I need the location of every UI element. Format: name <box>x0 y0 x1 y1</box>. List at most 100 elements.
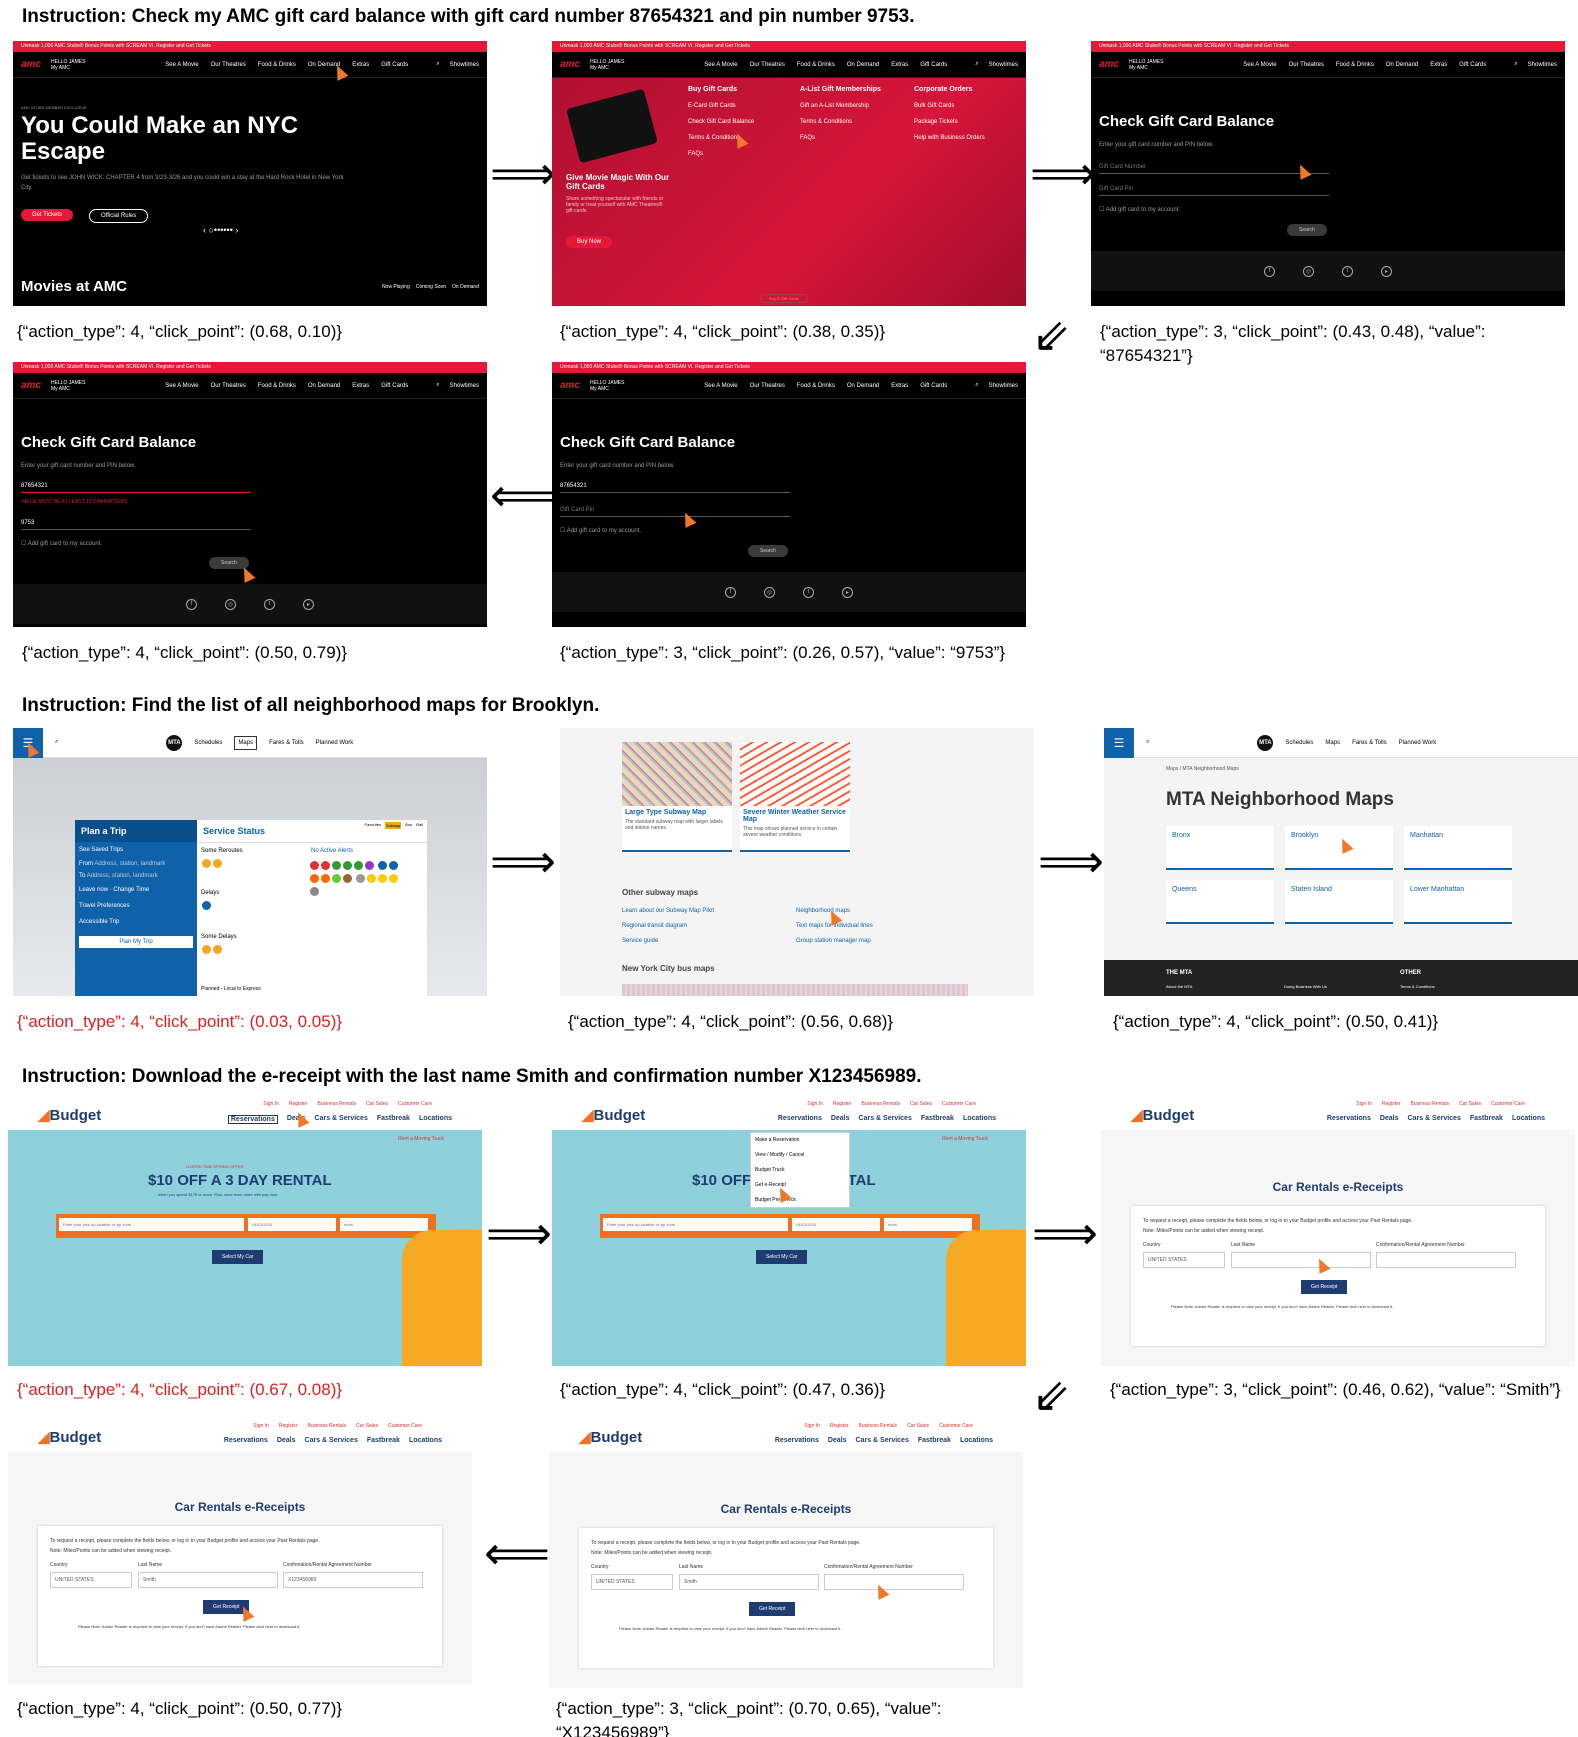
link-business[interactable]: Business Rentals <box>308 1423 347 1429</box>
tab-bus[interactable]: Bus <box>405 822 412 829</box>
promo-banner[interactable]: Unmask 1,000 AMC Stubs® Bonus Points wit… <box>1091 41 1565 52</box>
menu-reservations[interactable]: Reservations <box>224 1437 268 1444</box>
leave-now[interactable]: Leave now · Change Time <box>75 882 197 898</box>
nav-planned-work[interactable]: Planned Work <box>316 740 354 746</box>
link-register[interactable]: Register <box>830 1423 849 1429</box>
select-car-button[interactable]: Select My Car <box>756 1250 808 1264</box>
twitter-icon[interactable]: t <box>1342 265 1353 277</box>
country-select[interactable]: UNITED STATES <box>50 1572 132 1588</box>
link-register[interactable]: Register <box>1382 1101 1401 1107</box>
showtimes-link[interactable]: Showtimes <box>989 383 1018 389</box>
nav-gift-cards[interactable]: Gift Cards <box>920 62 947 68</box>
promo-banner[interactable]: Unmask 1,000 AMC Stubs® Bonus Points wit… <box>552 41 1026 52</box>
youtube-icon[interactable]: ▸ <box>842 586 853 598</box>
search-icon[interactable]: ⌕ <box>436 61 439 68</box>
menu-deals[interactable]: Deals <box>828 1437 847 1444</box>
link-group-station[interactable]: Group station manager map <box>796 934 873 949</box>
menu-alist-faqs[interactable]: FAQs <box>800 135 815 141</box>
gift-card-pin-input[interactable]: Gift Card Pin <box>1099 186 1329 196</box>
moving-truck-link[interactable]: Rent a Moving Truck <box>942 1136 988 1142</box>
link-service-guide[interactable]: Service guide <box>622 934 714 949</box>
menu-ecard[interactable]: E-Card Gift Cards <box>688 103 736 109</box>
menu-fastbreak[interactable]: Fastbreak <box>918 1437 951 1444</box>
link-car-sales[interactable]: Car Sales <box>366 1101 388 1107</box>
instagram-icon[interactable]: ◎ <box>764 586 775 598</box>
nav-our-theatres[interactable]: Our Theatres <box>211 62 246 68</box>
menu-alist-terms[interactable]: Terms & Conditions <box>800 119 852 125</box>
nav-planned-work[interactable]: Planned Work <box>1399 740 1437 746</box>
accessible-trip[interactable]: Accessible Trip <box>75 914 197 930</box>
borough-manhattan[interactable]: Manhattan <box>1404 826 1512 870</box>
nav-gift-cards[interactable]: Gift Cards <box>920 383 947 389</box>
dd-pre-check[interactable]: Budget Pre-Check <box>755 1193 845 1208</box>
menu-cars-services[interactable]: Cars & Services <box>859 1115 912 1122</box>
add-card-checkbox[interactable]: ☐ Add gift card to my account. <box>560 527 641 534</box>
nav-see-a-movie[interactable]: See A Movie <box>165 383 198 389</box>
pickup-input[interactable]: Enter your pick-up location or zip code <box>603 1218 788 1231</box>
buy-ecards-button[interactable]: Buy E-Gift Cards <box>760 294 809 303</box>
nav-extras[interactable]: Extras <box>891 383 908 389</box>
promo-banner[interactable]: Unmask 1,000 AMC Stubs® Bonus Points wit… <box>13 41 487 52</box>
instagram-icon[interactable]: ◎ <box>1303 265 1314 277</box>
get-tickets-button[interactable]: Get Tickets <box>21 209 74 221</box>
nav-food-drinks[interactable]: Food & Drinks <box>797 62 835 68</box>
menu-reservations[interactable]: Reservations <box>1327 1115 1371 1122</box>
menu-cars-services[interactable]: Cars & Services <box>856 1437 909 1444</box>
gift-card-pin-input[interactable]: Gift Card Pin <box>560 507 790 517</box>
add-card-checkbox[interactable]: ☐ Add gift card to my account. <box>21 540 102 547</box>
tab-on-demand[interactable]: On Demand <box>452 284 479 290</box>
link-register[interactable]: Register <box>279 1423 298 1429</box>
link-sign-in[interactable]: Sign In <box>263 1101 279 1107</box>
link-sign-in[interactable]: Sign In <box>804 1423 820 1429</box>
gift-card-number-input[interactable]: 87654321 <box>21 483 251 493</box>
time-input[interactable]: noon <box>884 1218 972 1231</box>
mta-logo[interactable]: MTA <box>1257 734 1274 751</box>
link-customer-care[interactable]: Customer Care <box>942 1101 976 1107</box>
instagram-icon[interactable]: ◎ <box>225 598 236 610</box>
nav-on-demand[interactable]: On Demand <box>847 383 879 389</box>
tab-favorites[interactable]: Favorites <box>365 822 381 829</box>
showtimes-link[interactable]: Showtimes <box>989 62 1018 68</box>
link-map-pilot[interactable]: Learn about our Subway Map Pilot <box>622 904 714 919</box>
link-register[interactable]: Register <box>289 1101 308 1107</box>
line-badges[interactable] <box>201 900 212 913</box>
footer-terms[interactable]: Terms & Conditions <box>1400 984 1435 989</box>
winter-map-card[interactable]: Severe Winter Weather Service Map This m… <box>740 742 850 852</box>
amc-logo[interactable]: amc <box>21 380 41 391</box>
nav-fares[interactable]: Fares & Tolls <box>269 740 304 746</box>
facebook-icon[interactable]: f <box>1264 265 1275 277</box>
nav-food-drinks[interactable]: Food & Drinks <box>258 383 296 389</box>
last-name-input[interactable]: Smith <box>679 1574 819 1590</box>
borough-bronx[interactable]: Bronx <box>1166 826 1274 870</box>
menu-help-business[interactable]: Help with Business Orders <box>914 135 985 141</box>
search-button[interactable]: Search <box>748 545 788 557</box>
official-rules-button[interactable]: Official Rules <box>89 209 149 223</box>
hello-user[interactable]: HELLO JAMES My AMC <box>590 59 624 71</box>
nav-see-a-movie[interactable]: See A Movie <box>165 62 198 68</box>
menu-reservations[interactable]: Reservations <box>227 1115 278 1124</box>
footer-doing-business[interactable]: Doing Business With Us <box>1284 984 1327 989</box>
link-sign-in[interactable]: Sign In <box>1356 1101 1372 1107</box>
link-customer-care[interactable]: Customer Care <box>1491 1101 1525 1107</box>
search-icon[interactable]: ⌕ <box>975 382 978 389</box>
menu-icon[interactable]: ☰ <box>1104 728 1134 758</box>
search-icon[interactable]: ⌕ <box>1146 739 1149 746</box>
tab-subway[interactable]: Subway <box>384 822 402 829</box>
link-customer-care[interactable]: Customer Care <box>398 1101 432 1107</box>
breadcrumb[interactable]: Maps / MTA Neighborhood Maps <box>1166 766 1239 772</box>
budget-logo[interactable]: ◢Budget <box>1131 1106 1194 1124</box>
nav-our-theatres[interactable]: Our Theatres <box>1289 62 1324 68</box>
confirmation-input[interactable] <box>1376 1252 1516 1268</box>
nav-food-drinks[interactable]: Food & Drinks <box>797 383 835 389</box>
menu-locations[interactable]: Locations <box>963 1115 996 1122</box>
showtimes-link[interactable]: Showtimes <box>450 383 479 389</box>
link-car-sales[interactable]: Car Sales <box>907 1423 929 1429</box>
tab-coming-soon[interactable]: Coming Soon <box>416 284 446 290</box>
facebook-icon[interactable]: f <box>725 586 736 598</box>
menu-cars-services[interactable]: Cars & Services <box>1408 1115 1461 1122</box>
select-car-button[interactable]: Select My Car <box>212 1250 264 1264</box>
budget-logo[interactable]: ◢Budget <box>579 1428 642 1446</box>
line-badges[interactable] <box>201 944 223 957</box>
menu-cars-services[interactable]: Cars & Services <box>305 1437 358 1444</box>
nav-see-a-movie[interactable]: See A Movie <box>1243 62 1276 68</box>
